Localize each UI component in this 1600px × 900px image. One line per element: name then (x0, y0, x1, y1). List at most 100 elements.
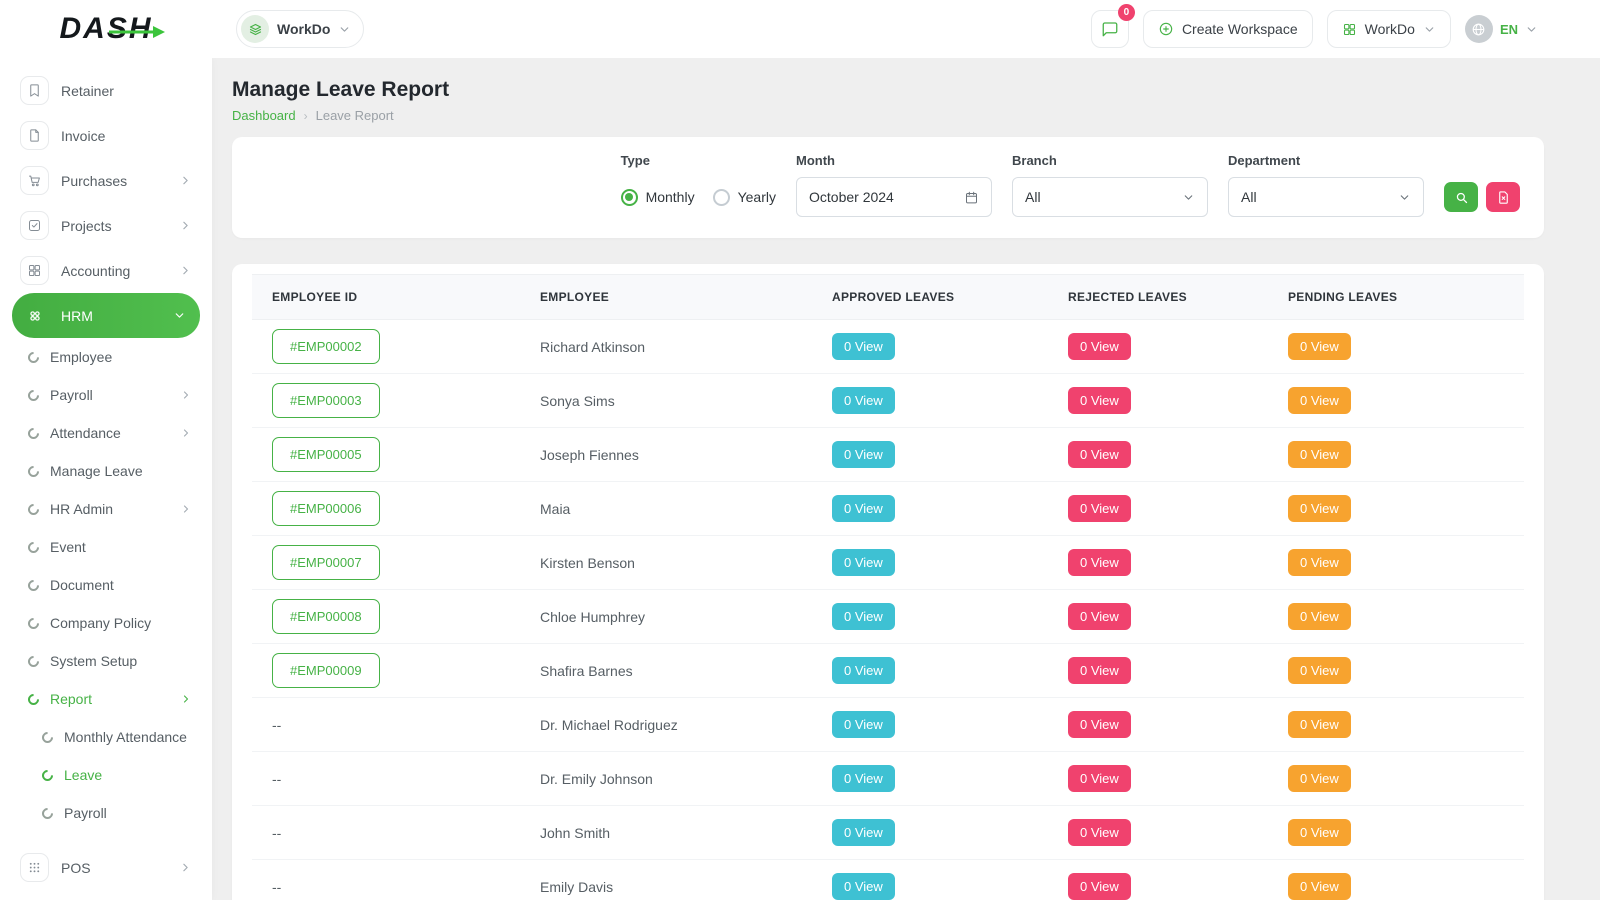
rejected-view-button[interactable]: 0 View (1068, 819, 1131, 846)
employee-id-button[interactable]: #EMP00009 (272, 653, 380, 688)
sidebar-item-hrm[interactable]: HRM (12, 293, 200, 338)
workspace-name: WorkDo (277, 21, 330, 37)
pending-leaves-cell: 0 View (1268, 482, 1524, 536)
pending-view-button[interactable]: 0 View (1288, 603, 1351, 630)
chat-icon (1101, 20, 1119, 38)
pending-view-button[interactable]: 0 View (1288, 657, 1351, 684)
approved-view-button[interactable]: 0 View (832, 387, 895, 414)
sidebar-item-projects[interactable]: Projects (12, 203, 200, 248)
pending-view-button[interactable]: 0 View (1288, 333, 1351, 360)
sidebar-item-label: Payroll (50, 387, 93, 403)
pending-view-button[interactable]: 0 View (1288, 873, 1351, 900)
rejected-view-button[interactable]: 0 View (1068, 333, 1131, 360)
department-select[interactable]: All (1228, 177, 1424, 217)
rejected-view-button[interactable]: 0 View (1068, 603, 1131, 630)
sidebar-item-employee[interactable]: Employee (12, 338, 200, 376)
employee-id-button[interactable]: #EMP00007 (272, 545, 380, 580)
breadcrumb: Dashboard › Leave Report (232, 108, 1544, 123)
pending-leaves-cell: 0 View (1268, 644, 1524, 698)
employee-id-cell: #EMP00009 (252, 644, 520, 698)
sidebar-item-leave[interactable]: Leave (12, 756, 200, 794)
breadcrumb-dashboard-link[interactable]: Dashboard (232, 108, 296, 123)
rejected-view-button[interactable]: 0 View (1068, 441, 1131, 468)
employee-id-button[interactable]: #EMP00006 (272, 491, 380, 526)
branch-select[interactable]: All (1012, 177, 1208, 217)
month-input[interactable]: October 2024 (796, 177, 992, 217)
sidebar-item-purchases[interactable]: Purchases (12, 158, 200, 203)
pending-view-button[interactable]: 0 View (1288, 711, 1351, 738)
sidebar-item-label: Document (50, 577, 114, 593)
sidebar-item-report-payroll[interactable]: Payroll (12, 794, 200, 832)
plus-circle-icon (1158, 21, 1174, 37)
pending-view-button[interactable]: 0 View (1288, 765, 1351, 792)
globe-icon (1465, 15, 1493, 43)
radio-yearly[interactable]: Yearly (713, 189, 776, 206)
sidebar-item-accounting[interactable]: Accounting (12, 248, 200, 293)
dash-logo[interactable]: DASH (59, 12, 152, 46)
sidebar-item-event[interactable]: Event (12, 528, 200, 566)
pending-view-button[interactable]: 0 View (1288, 387, 1351, 414)
rejected-view-button[interactable]: 0 View (1068, 873, 1131, 900)
sidebar-item-attendance[interactable]: Attendance (12, 414, 200, 452)
employee-id-button[interactable]: #EMP00003 (272, 383, 380, 418)
sidebar-item-label: Leave (64, 767, 102, 783)
table-row: #EMP00003 Sonya Sims 0 View 0 View 0 Vie… (252, 374, 1524, 428)
approved-leaves-cell: 0 View (812, 752, 1048, 806)
approved-view-button[interactable]: 0 View (832, 441, 895, 468)
pending-leaves-cell: 0 View (1268, 752, 1524, 806)
pending-view-button[interactable]: 0 View (1288, 441, 1351, 468)
sidebar-item-payroll[interactable]: Payroll (12, 376, 200, 414)
bookmark-icon (20, 76, 49, 105)
employee-id-button[interactable]: #EMP00002 (272, 329, 380, 364)
sidebar-item-invoice[interactable]: Invoice (12, 113, 200, 158)
pending-view-button[interactable]: 0 View (1288, 819, 1351, 846)
table-header-row: EMPLOYEE ID EMPLOYEE APPROVED LEAVES REJ… (252, 275, 1524, 320)
approved-view-button[interactable]: 0 View (832, 819, 895, 846)
approved-view-button[interactable]: 0 View (832, 873, 895, 900)
employee-id-cell: -- (252, 698, 520, 752)
search-button[interactable] (1444, 182, 1478, 212)
language-selector[interactable]: EN (1465, 15, 1538, 43)
reset-button[interactable] (1486, 182, 1520, 212)
sidebar-item-company-policy[interactable]: Company Policy (12, 604, 200, 642)
sidebar-item-report[interactable]: Report (12, 680, 200, 718)
employee-id-text: -- (272, 879, 281, 895)
table-row: -- Emily Davis 0 View 0 View 0 View (252, 860, 1524, 900)
employee-id-button[interactable]: #EMP00005 (272, 437, 380, 472)
rejected-view-button[interactable]: 0 View (1068, 387, 1131, 414)
workdo-menu-button[interactable]: WorkDo (1327, 10, 1451, 48)
approved-view-button[interactable]: 0 View (832, 711, 895, 738)
sidebar-item-monthly-attendance[interactable]: Monthly Attendance (12, 718, 200, 756)
employee-id-cell: #EMP00007 (252, 536, 520, 590)
dash-logo-arrow-icon (109, 26, 165, 38)
sidebar-item-retainer[interactable]: Retainer (12, 68, 200, 113)
rejected-view-button[interactable]: 0 View (1068, 495, 1131, 522)
radio-yearly-label: Yearly (738, 189, 776, 205)
pending-view-button[interactable]: 0 View (1288, 549, 1351, 576)
approved-view-button[interactable]: 0 View (832, 765, 895, 792)
rejected-view-button[interactable]: 0 View (1068, 765, 1131, 792)
approved-view-button[interactable]: 0 View (832, 495, 895, 522)
rejected-view-button[interactable]: 0 View (1068, 549, 1131, 576)
approved-view-button[interactable]: 0 View (832, 333, 895, 360)
messages-button[interactable]: 0 (1091, 10, 1129, 48)
approved-view-button[interactable]: 0 View (832, 549, 895, 576)
rejected-view-button[interactable]: 0 View (1068, 657, 1131, 684)
sidebar-item-pos[interactable]: POS (12, 845, 200, 890)
pending-view-button[interactable]: 0 View (1288, 495, 1351, 522)
radio-monthly[interactable]: Monthly (621, 189, 695, 206)
workspace-selector[interactable]: WorkDo (236, 10, 364, 48)
approved-view-button[interactable]: 0 View (832, 657, 895, 684)
ring-icon (26, 653, 42, 669)
sidebar-item-manage-leave[interactable]: Manage Leave (12, 452, 200, 490)
employee-id-button[interactable]: #EMP00008 (272, 599, 380, 634)
grid-icon (1342, 22, 1357, 37)
sidebar-item-hr-admin[interactable]: HR Admin (12, 490, 200, 528)
sidebar-item-document[interactable]: Document (12, 566, 200, 604)
breadcrumb-current: Leave Report (316, 108, 394, 123)
approved-view-button[interactable]: 0 View (832, 603, 895, 630)
create-workspace-button[interactable]: Create Workspace (1143, 10, 1313, 48)
chevron-right-icon (180, 389, 192, 401)
rejected-view-button[interactable]: 0 View (1068, 711, 1131, 738)
sidebar-item-system-setup[interactable]: System Setup (12, 642, 200, 680)
